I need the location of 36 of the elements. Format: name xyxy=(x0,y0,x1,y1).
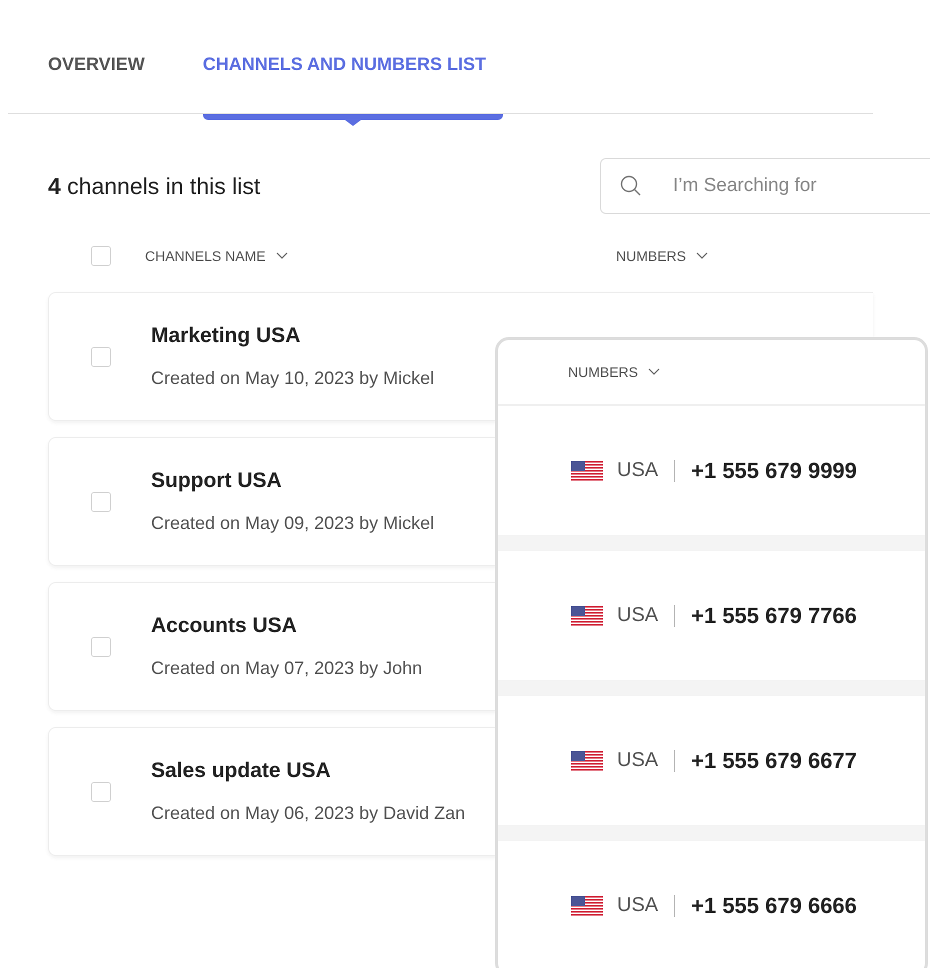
phone-number: +1 555 679 7766 xyxy=(691,602,857,628)
country-text: USA xyxy=(617,459,658,482)
phone-number: +1 555 679 6677 xyxy=(691,748,857,774)
channel-name: Sales update USA xyxy=(151,759,332,783)
flag-icon xyxy=(571,750,603,770)
channel-count-text: 4 channels in this list xyxy=(48,172,260,200)
channel-name: Accounts USA xyxy=(151,614,298,638)
flag-icon xyxy=(571,606,603,626)
row-checkbox[interactable] xyxy=(91,782,111,802)
created-text: Created on May 06, 2023 by David Zan xyxy=(151,803,466,824)
country-text: USA xyxy=(617,894,658,917)
phone-number: +1 555 679 9999 xyxy=(691,458,857,484)
channel-name: Marketing USA xyxy=(151,324,302,348)
created-text: Created on May 10, 2023 by Mickel xyxy=(151,368,434,389)
column-header[interactable]: NUMBERS xyxy=(616,248,708,264)
column-header[interactable]: CHANNELS NAME xyxy=(145,248,616,264)
row-checkbox[interactable] xyxy=(91,492,111,512)
column-header[interactable]: NUMBERS xyxy=(568,364,660,380)
chevron-down-icon xyxy=(276,252,288,260)
search-icon xyxy=(620,175,642,197)
tab[interactable]: OVERVIEW xyxy=(48,50,145,126)
phone-number: +1 555 679 6666 xyxy=(691,892,857,918)
chevron-down-icon xyxy=(648,368,660,376)
row-checkbox[interactable] xyxy=(91,636,111,656)
flag-icon xyxy=(571,896,603,916)
created-text: Created on May 09, 2023 by Mickel xyxy=(151,513,434,534)
country-text: USA xyxy=(617,749,658,772)
select-all-checkbox[interactable] xyxy=(91,246,111,266)
channel-name: Support USA xyxy=(151,469,283,493)
flag-icon xyxy=(571,460,603,480)
chevron-down-icon xyxy=(696,252,708,260)
tab[interactable]: CHANNELS AND NUMBERS LIST xyxy=(202,50,503,126)
created-text: Created on May 07, 2023 by John xyxy=(151,658,422,679)
country-text: USA xyxy=(617,604,658,627)
row-checkbox[interactable] xyxy=(91,346,111,366)
search-field[interactable]: I’m Searching for xyxy=(600,158,930,214)
